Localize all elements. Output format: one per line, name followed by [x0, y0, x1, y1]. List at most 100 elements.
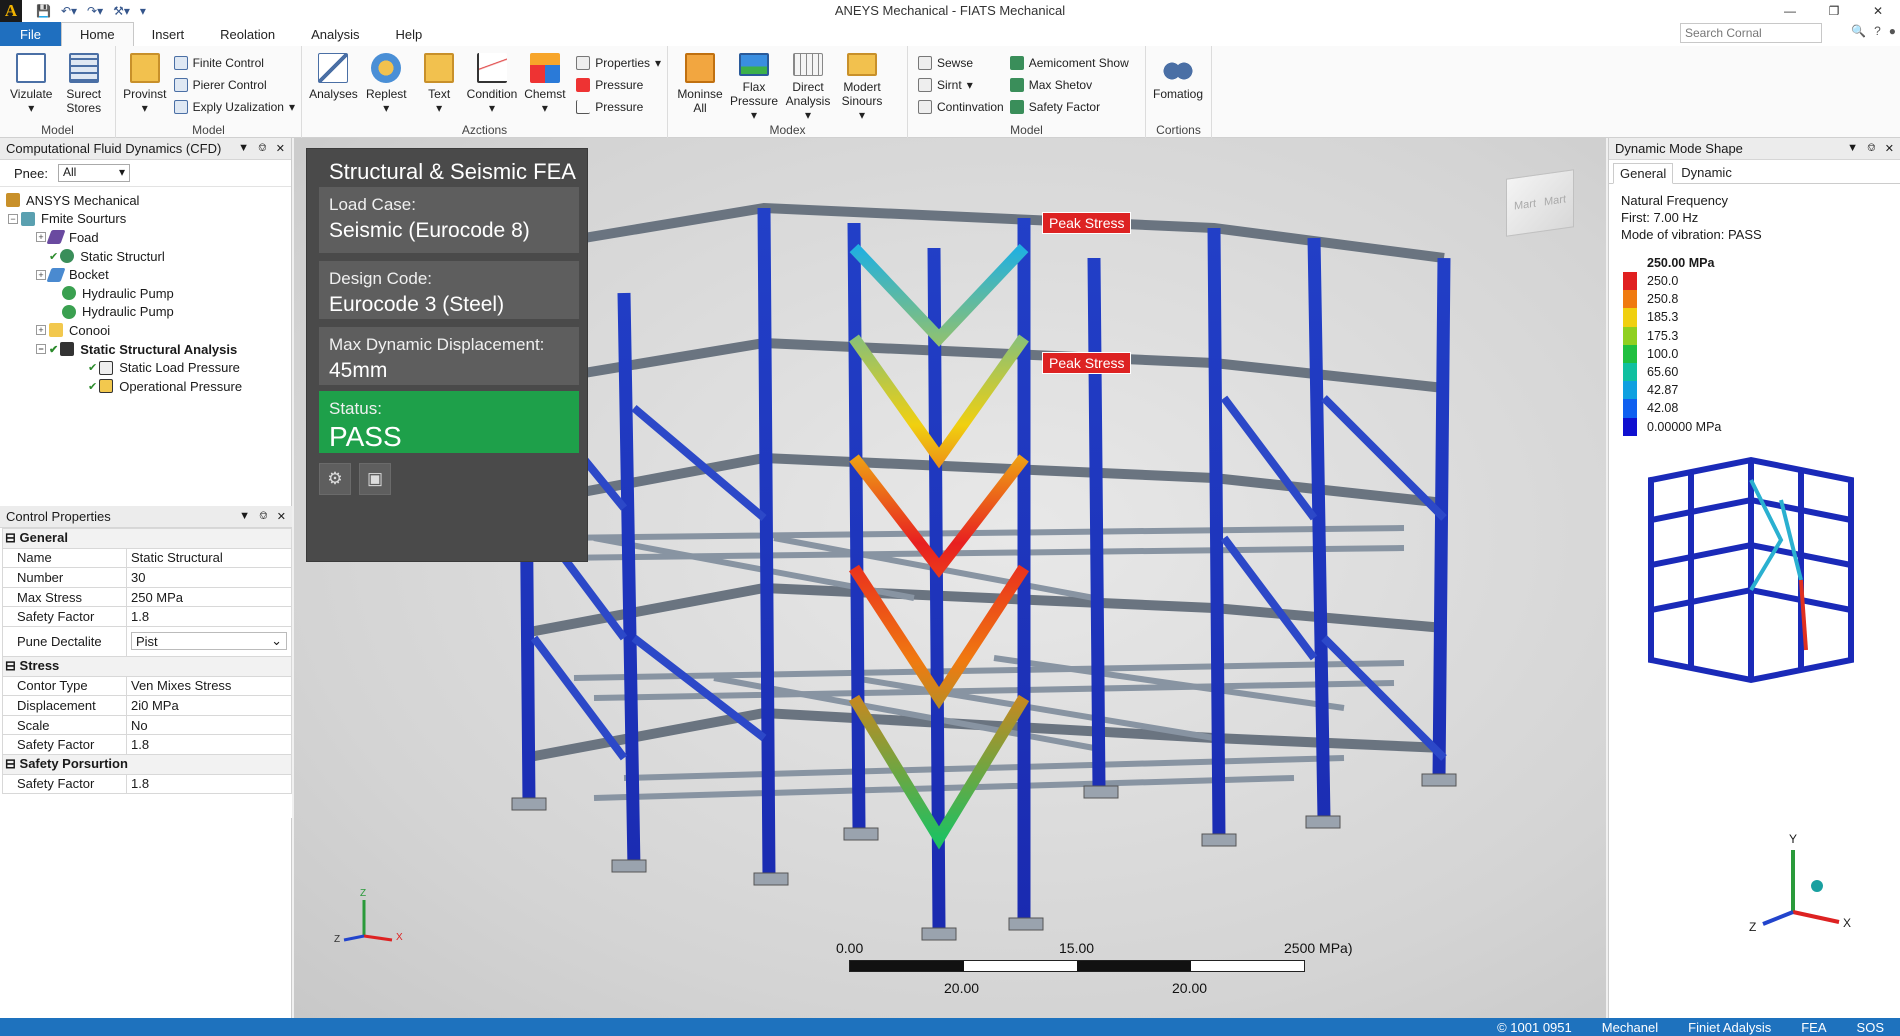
tab-help[interactable]: Help	[378, 22, 441, 46]
tree-item-bocket[interactable]: + Bocket	[0, 265, 291, 284]
text-icon	[424, 53, 455, 83]
dropdown-icon[interactable]: ▼	[1847, 142, 1858, 155]
close-panel-icon[interactable]: ✕	[276, 142, 285, 155]
direct-analysis-button[interactable]: Direct Analysis ▾	[782, 50, 834, 122]
legend-swatch	[1623, 381, 1637, 400]
document-icon	[847, 53, 877, 76]
tree-item-hydraulic-pump-2[interactable]: Hydraulic Pump	[0, 303, 291, 322]
legend-label: 42.08	[1647, 401, 1679, 416]
restore-icon[interactable]: ❐	[1812, 0, 1856, 22]
pune-dectalite-select[interactable]: Pist ⌄	[131, 632, 287, 651]
close-icon[interactable]: ✕	[1856, 0, 1900, 22]
tab-general[interactable]: General	[1613, 163, 1674, 184]
tab-reolation[interactable]: Reolation	[202, 22, 293, 46]
tab-dynamic[interactable]: Dynamic	[1675, 163, 1738, 183]
moninse-all-button[interactable]: Moninse All	[674, 50, 726, 122]
properties-button[interactable]: Properties ▾	[576, 54, 661, 71]
close-panel-icon[interactable]: ✕	[277, 510, 286, 523]
undo-icon[interactable]: ↶▾	[61, 4, 77, 18]
collapse-icon: −	[36, 344, 46, 355]
load-icon	[99, 360, 114, 375]
mode-shape-thumbnail[interactable]	[1631, 420, 1861, 700]
expand-icon: +	[36, 232, 46, 243]
fomatiog-button[interactable]: Fomatiog	[1152, 50, 1204, 122]
legend-swatch	[1623, 344, 1637, 363]
tree-item-ansys-mechanical[interactable]: ANSYS Mechanical	[0, 191, 291, 210]
sewse-icon	[918, 55, 932, 70]
tree-item-conooi[interactable]: + Conooi	[0, 321, 291, 340]
max-shetov-button[interactable]: Max Shetov	[1009, 76, 1129, 93]
tree-item-hydraulic-pump-1[interactable]: Hydraulic Pump	[0, 284, 291, 303]
chemst-button[interactable]: Chemst ▾	[519, 50, 570, 122]
sewse-button[interactable]: Sewse	[918, 54, 1004, 71]
tree-item-static-structurl[interactable]: ✔ Static Structurl	[0, 247, 291, 266]
pin-icon[interactable]: ⎊	[1867, 142, 1876, 155]
pin-icon[interactable]: ⎊	[259, 510, 268, 523]
view-cube[interactable]: Mart Mart	[1506, 169, 1574, 237]
mode-shape-tabs: General Dynamic	[1609, 160, 1900, 184]
tree-item-static-structural-analysis[interactable]: − ✔ Static Structural Analysis	[0, 340, 291, 359]
condition-button[interactable]: Condition ▾	[467, 50, 518, 122]
help-icon[interactable]: ?	[1874, 24, 1881, 38]
tree-item-fmite-sourturs[interactable]: − Fmite Sourturs	[0, 210, 291, 229]
text-button[interactable]: Text ▾	[414, 50, 465, 122]
pierer-control-button[interactable]: Pierer Control	[173, 76, 295, 93]
close-panel-icon[interactable]: ✕	[1885, 142, 1894, 155]
max-icon	[1009, 77, 1024, 92]
customize-qat-icon[interactable]: ▾	[140, 4, 146, 18]
search-input[interactable]: Search Cornal	[1680, 23, 1822, 43]
scale-sub-1: 20.00	[944, 980, 980, 996]
properties-panel: Control Properties ▼ ⎊ ✕ ⊟ General Name Sta…	[0, 506, 292, 818]
tree-item-foad[interactable]: + Foad	[0, 228, 291, 247]
vizulate-button[interactable]: Vizulate ▾	[6, 50, 57, 122]
sirnt-button[interactable]: Sirnt ▾	[918, 76, 1004, 93]
surect-stores-button[interactable]: Surect Stores	[59, 50, 110, 122]
tools-icon[interactable]: ⚒▾	[113, 4, 130, 18]
triad-large: Y X Z	[1749, 832, 1852, 934]
search-icon[interactable]: 🔍	[1851, 24, 1866, 38]
tab-insert[interactable]: Insert	[134, 22, 203, 46]
section-safety-porsurtion[interactable]: ⊟ Safety Porsurtion	[2, 753, 292, 775]
section-general[interactable]: ⊟ General	[2, 528, 292, 549]
section-stress[interactable]: ⊟ Stress	[2, 655, 292, 677]
graphics-viewport[interactable]: Structural & Seismic FEA Load Case: Seism…	[294, 138, 1606, 1018]
pressure-button-2[interactable]: Pressure	[576, 98, 661, 115]
redo-icon[interactable]: ↷▾	[87, 4, 103, 18]
analyses-button[interactable]: Analyses	[308, 50, 359, 122]
collapse-icon: ⊟	[5, 530, 16, 546]
minimize-icon[interactable]: —	[1768, 0, 1812, 22]
aemicoment-show-button[interactable]: Aemicoment Show	[1009, 54, 1129, 71]
high-stress-bracing	[848, 198, 1030, 928]
stress-legend: 250.00 MPa 250.0 250.8 185.3 175.3 100.0 65.6…	[1623, 256, 1721, 436]
filter-select[interactable]: All ▾	[57, 164, 130, 182]
mesh-icon	[46, 267, 66, 282]
legend-swatch	[1623, 272, 1637, 291]
exply-uzalization-button[interactable]: Exply Uzalization ▾	[173, 98, 295, 115]
dropdown-icon[interactable]: ▼	[239, 510, 250, 523]
safety-factor-button[interactable]: Safety Factor	[1009, 98, 1129, 115]
properties-grid: ⊟ General Name Static Structural Number 30…	[2, 528, 292, 795]
title-bar: A 💾 ↶▾ ↷▾ ⚒▾ ▾ ANEYS Mechanical - FIATS …	[0, 0, 1900, 22]
dropdown-icon[interactable]: ▼	[238, 142, 249, 155]
provinst-button[interactable]: Provinst ▾	[122, 50, 168, 122]
flax-pressure-button[interactable]: Flax Pressure ▾	[728, 50, 780, 122]
check-icon: ✔	[88, 380, 98, 393]
save-panel-icon[interactable]: ▣	[359, 463, 391, 495]
pin-icon[interactable]: ⎊	[258, 142, 267, 155]
finite-control-button[interactable]: Finite Control	[173, 54, 295, 71]
tree-item-static-load-pressure[interactable]: ✔ Static Load Pressure	[0, 358, 291, 377]
status-mechanel: Mechanel	[1601, 1019, 1659, 1035]
tab-home[interactable]: Home	[60, 22, 134, 46]
modert-sinours-button[interactable]: Modert Sinours ▾	[836, 50, 888, 122]
settings-gear-icon[interactable]: ⚙	[319, 463, 351, 495]
tab-analysis[interactable]: Analysis	[293, 22, 377, 46]
pressure-button-1[interactable]: Pressure	[576, 76, 661, 93]
tab-file[interactable]: File	[0, 22, 61, 46]
tree-item-operational-pressure[interactable]: ✔ Operational Pressure	[0, 377, 291, 396]
sirnt-icon	[918, 77, 932, 92]
replest-button[interactable]: Replest ▾	[361, 50, 412, 122]
continvation-button[interactable]: Continvation	[918, 98, 1004, 115]
collapse-icon: −	[8, 213, 18, 224]
user-icon[interactable]: ●	[1889, 24, 1896, 38]
save-icon[interactable]: 💾	[36, 4, 51, 18]
